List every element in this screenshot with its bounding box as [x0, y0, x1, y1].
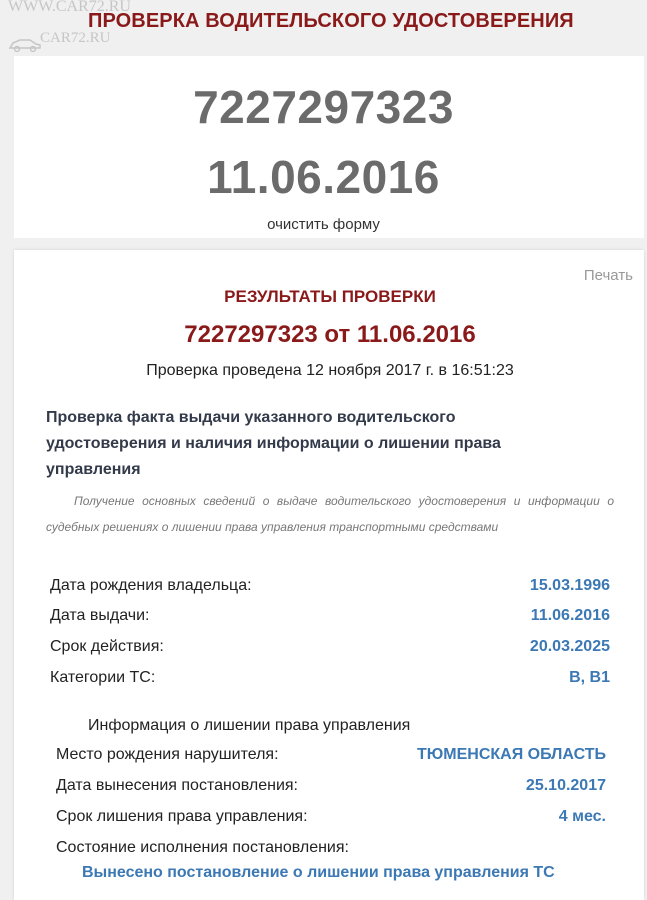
field-value: 20.03.2025 — [529, 638, 610, 655]
field-label: Срок лишения права управления: — [56, 808, 308, 825]
field-label: Дата вынесения постановления: — [56, 777, 298, 794]
results-title: РЕЗУЛЬТАТЫ ПРОВЕРКИ — [224, 287, 436, 306]
car-icon — [8, 39, 41, 52]
field-value: ТЮМЕНСКАЯ ОБЛАСТЬ — [416, 746, 606, 763]
field-label: Место рождения нарушителя: — [56, 746, 279, 763]
clear-form-link[interactable]: очистить форму — [0, 216, 647, 233]
check-time: Проверка проведена 12 ноября 2017 г. в 1… — [146, 362, 514, 379]
field-row-birth-date: Дата рождения владельца: 15.03.1996 — [50, 577, 610, 603]
field-row-state: Состояние исполнения постановления: — [56, 839, 606, 865]
field-value: 15.03.1996 — [529, 577, 610, 594]
field-row-decision-date: Дата вынесения постановления: 25.10.2017 — [56, 777, 606, 803]
field-row-issue-date: Дата выдачи: 11.06.2016 — [50, 607, 610, 633]
results-subtitle: 7227297323 от 11.06.2016 — [184, 321, 476, 348]
section-description: Получение основных сведений о выдаче вод… — [46, 494, 614, 534]
field-value: 25.10.2017 — [525, 777, 606, 794]
page-title: ПРОВЕРКА ВОДИТЕЛЬСКОГО УДОСТОВЕРЕНИЯ — [88, 10, 574, 32]
field-row-validity: Срок действия: 20.03.2025 — [50, 638, 610, 664]
field-label: Категории ТС: — [50, 669, 156, 686]
field-label: Срок действия: — [50, 638, 164, 655]
section-title: Проверка факта выдачи указанного водител… — [46, 409, 501, 478]
field-value: 11.06.2016 — [530, 607, 610, 624]
state-value: Вынесено постановление о лишении права у… — [82, 864, 555, 881]
print-link[interactable]: Печать — [584, 267, 633, 284]
field-row-birth-place: Место рождения нарушителя: ТЮМЕНСКАЯ ОБЛ… — [56, 746, 606, 772]
field-label: Состояние исполнения постановления: — [56, 839, 349, 856]
field-label: Дата выдачи: — [50, 607, 150, 624]
deprivation-title: Информация о лишении права управления — [88, 717, 411, 734]
field-value: B, B1 — [569, 669, 610, 686]
field-value: 4 мес. — [558, 808, 606, 825]
field-row-deprivation-term: Срок лишения права управления: 4 мес. — [56, 808, 606, 834]
field-row-categories: Категории ТС: B, B1 — [50, 669, 610, 695]
issue-date-field[interactable]: 11.06.2016 — [0, 150, 647, 204]
field-label: Дата рождения владельца: — [50, 577, 252, 594]
license-number-field[interactable]: 7227297323 — [0, 80, 647, 134]
